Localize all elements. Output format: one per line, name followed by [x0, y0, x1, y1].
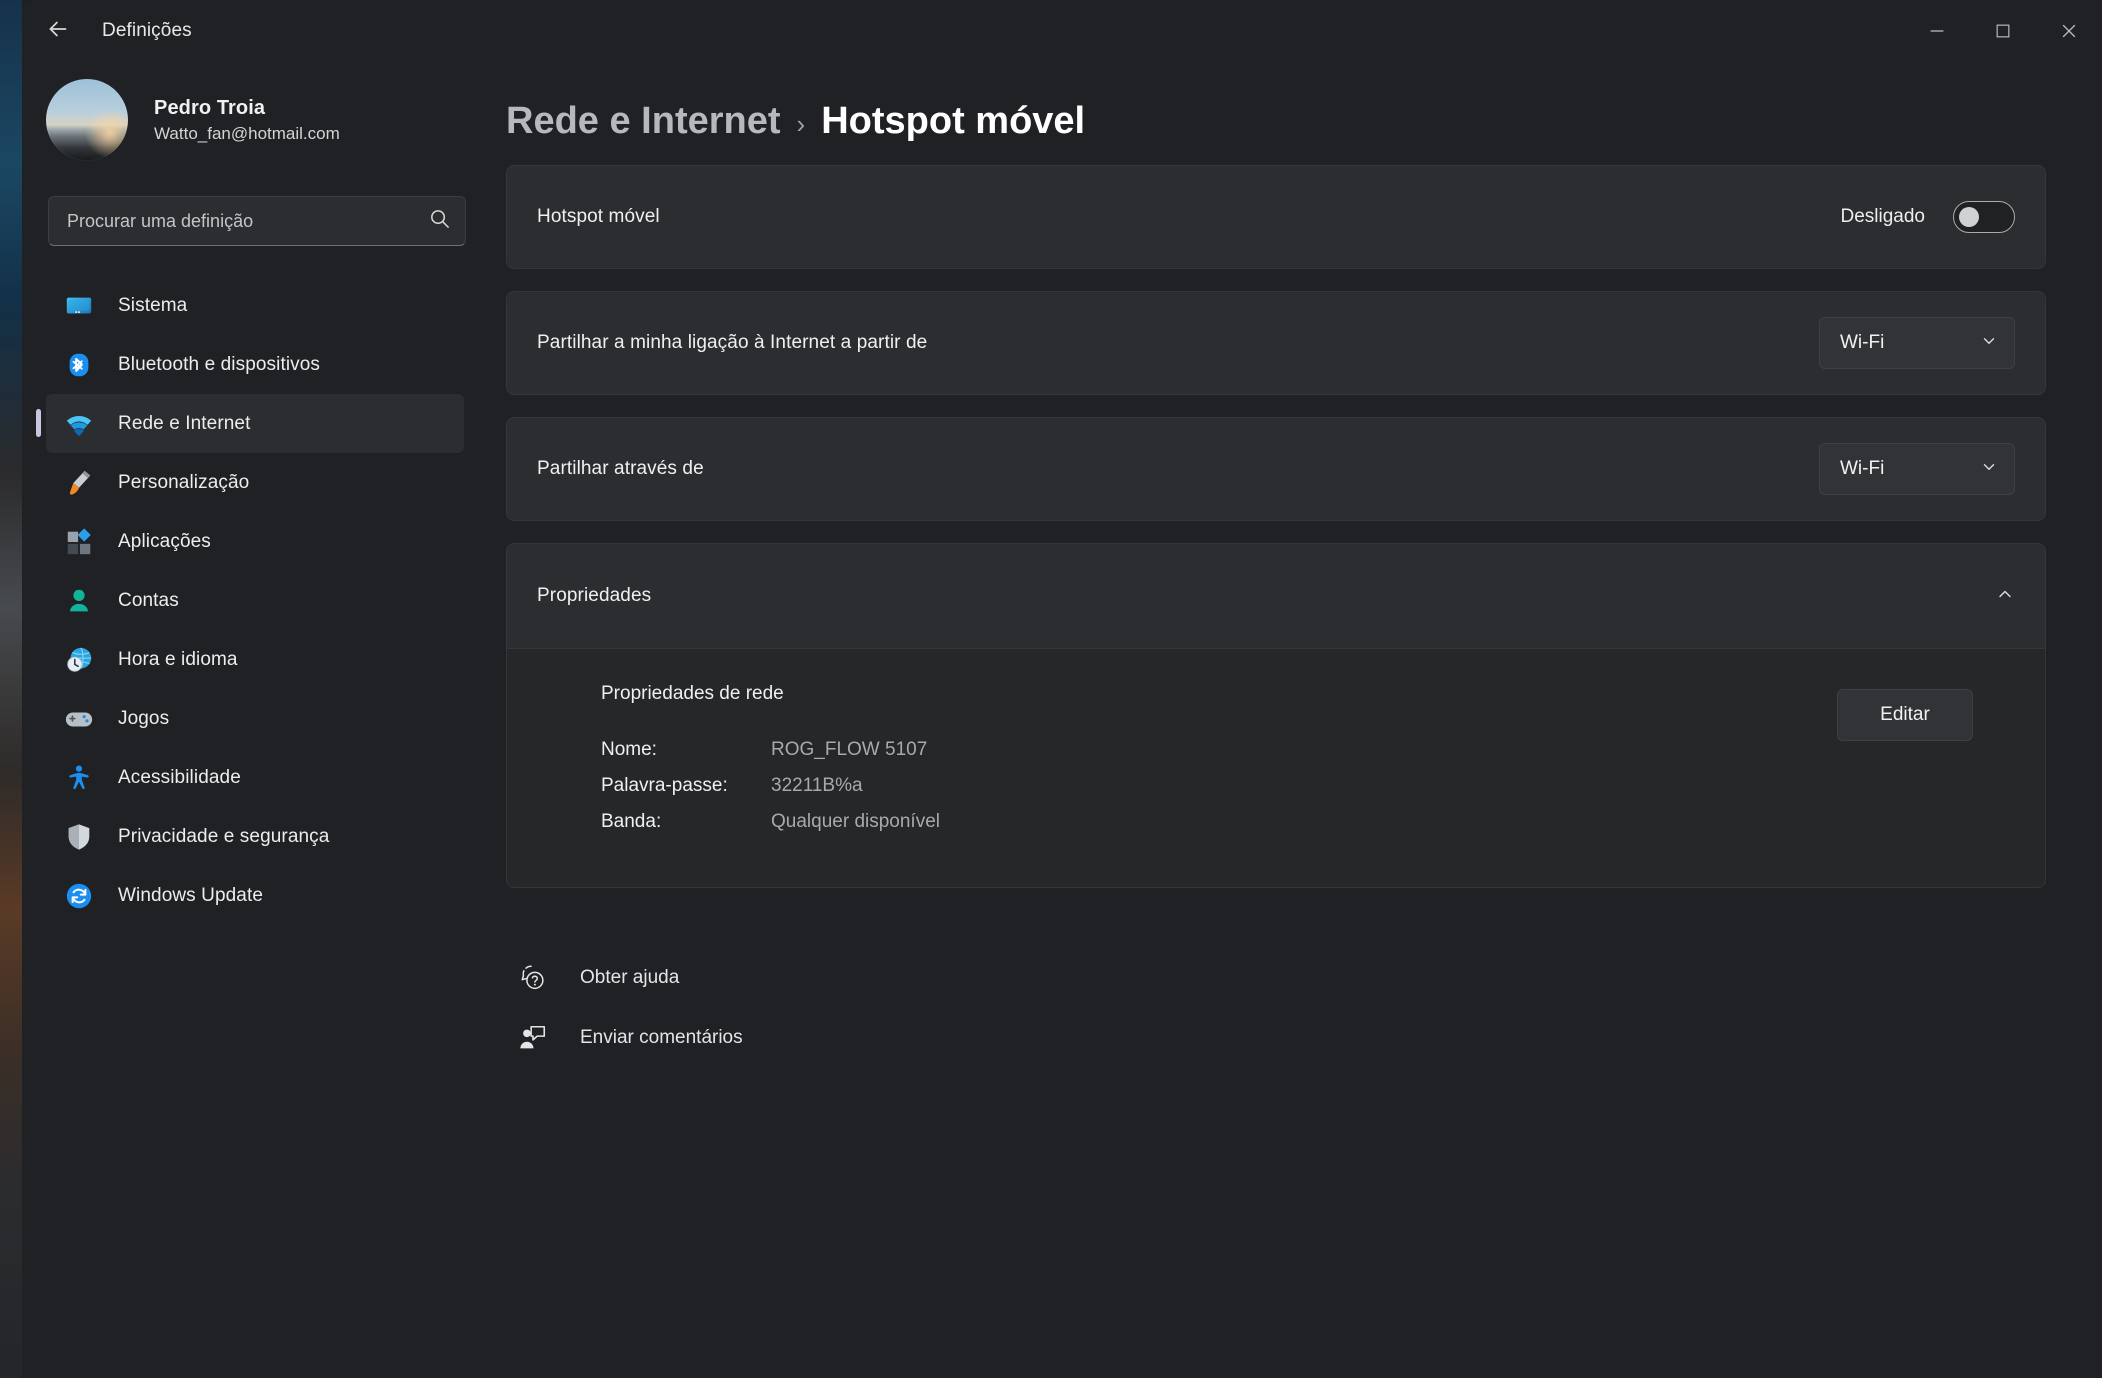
- chevron-down-icon: [1980, 332, 1998, 355]
- paintbrush-icon: [62, 466, 96, 500]
- sidebar-item-label: Sistema: [118, 294, 188, 316]
- profile-email: Watto_fan@hotmail.com: [154, 123, 340, 143]
- feedback-person-icon: [512, 1021, 554, 1055]
- help-bubble-icon: [512, 961, 554, 995]
- share-from-label: Partilhar a minha ligação à Internet a p…: [537, 332, 928, 353]
- title-bar: Definições: [22, 0, 2102, 62]
- page-title: Hotspot móvel: [821, 100, 1086, 142]
- hotspot-label: Hotspot móvel: [537, 206, 660, 227]
- properties-header-label: Propriedades: [537, 585, 652, 606]
- wifi-icon: [62, 407, 96, 441]
- minimize-button[interactable]: [1904, 0, 1970, 62]
- property-value: ROG_FLOW 5107: [771, 739, 928, 760]
- hotspot-state-label: Desligado: [1840, 206, 1926, 227]
- breadcrumb-parent[interactable]: Rede e Internet: [506, 100, 781, 143]
- property-row-name: Nome: ROG_FLOW 5107: [601, 739, 940, 761]
- get-help-label: Obter ajuda: [580, 967, 680, 988]
- properties-expander-body: Propriedades de rede Nome: ROG_FLOW 5107…: [507, 648, 2045, 887]
- property-value: 32211B%a: [771, 775, 863, 796]
- properties-expander: Propriedades Propriedades de rede Nome: …: [506, 543, 2046, 888]
- sidebar-item-rede-e-internet[interactable]: Rede e Internet: [36, 394, 464, 453]
- hotspot-toggle-card: Hotspot móvel Desligado: [506, 165, 2046, 269]
- chevron-down-icon: [1980, 458, 1998, 481]
- maximize-button[interactable]: [1970, 0, 2036, 62]
- sidebar-item-label: Jogos: [118, 707, 170, 729]
- share-from-value: Wi-Fi: [1840, 332, 1885, 353]
- breadcrumb-separator-icon: ›: [796, 109, 806, 139]
- edit-button[interactable]: Editar: [1837, 689, 1973, 741]
- sidebar-item-bluetooth[interactable]: Bluetooth e dispositivos: [46, 335, 464, 394]
- user-avatar: [46, 79, 128, 161]
- sidebar-item-contas[interactable]: Contas: [46, 571, 464, 630]
- main-content: Rede e Internet › Hotspot móvel Hotspot …: [474, 62, 2102, 1378]
- send-feedback-label: Enviar comentários: [580, 1027, 743, 1048]
- sidebar-item-label: Bluetooth e dispositivos: [118, 353, 321, 375]
- properties-expander-header[interactable]: Propriedades: [507, 544, 2045, 648]
- network-properties-title: Propriedades de rede: [601, 683, 784, 704]
- sidebar-item-windows-update[interactable]: Windows Update: [46, 866, 464, 925]
- share-over-label: Partilhar através de: [537, 458, 704, 479]
- sidebar-item-label: Windows Update: [118, 884, 264, 906]
- get-help-link[interactable]: Obter ajuda: [506, 948, 679, 1008]
- breadcrumb: Rede e Internet › Hotspot móvel: [506, 100, 2046, 143]
- chevron-up-icon: [1995, 584, 2015, 609]
- send-feedback-link[interactable]: Enviar comentários: [506, 1008, 743, 1068]
- search-input[interactable]: [67, 210, 428, 232]
- hotspot-toggle-switch[interactable]: [1953, 201, 2015, 233]
- sidebar-nav: Sistema Bluetooth e dispositivos Rede e …: [22, 276, 474, 925]
- search-icon: [428, 207, 451, 235]
- toggle-knob: [1959, 207, 1979, 227]
- apps-icon: [62, 525, 96, 559]
- monitor-icon: [62, 289, 96, 323]
- share-from-dropdown[interactable]: Wi-Fi: [1819, 317, 2015, 369]
- refresh-icon: [62, 879, 96, 913]
- sidebar-item-label: Aplicações: [118, 530, 211, 552]
- sidebar-item-jogos[interactable]: Jogos: [46, 689, 464, 748]
- back-button[interactable]: [30, 7, 86, 55]
- sidebar-item-label: Acessibilidade: [118, 766, 241, 788]
- sidebar-item-label: Hora e idioma: [118, 648, 238, 670]
- clock-globe-icon: [62, 643, 96, 677]
- sidebar-item-hora-e-idioma[interactable]: Hora e idioma: [46, 630, 464, 689]
- back-arrow-icon: [45, 16, 71, 47]
- hotspot-toggle-group: Desligado: [1840, 201, 2015, 233]
- shield-icon: [62, 820, 96, 854]
- close-button[interactable]: [2036, 0, 2102, 62]
- sidebar-item-label: Rede e Internet: [118, 412, 251, 434]
- bluetooth-icon: [62, 348, 96, 382]
- settings-window: Definições Pedro Troia Watto_fan@hotmail…: [22, 0, 2102, 1378]
- app-title: Definições: [102, 20, 192, 41]
- search-box[interactable]: [48, 196, 466, 246]
- sidebar-item-personalizacao[interactable]: Personalização: [46, 453, 464, 512]
- property-value: Qualquer disponível: [771, 811, 940, 832]
- footer-links: Obter ajuda Enviar comentários: [506, 948, 2046, 1068]
- sidebar-item-privacidade-e-seguranca[interactable]: Privacidade e segurança: [46, 807, 464, 866]
- share-over-dropdown[interactable]: Wi-Fi: [1819, 443, 2015, 495]
- property-row-band: Banda: Qualquer disponível: [601, 811, 940, 833]
- property-key: Nome:: [601, 739, 657, 760]
- gamepad-icon: [62, 702, 96, 736]
- share-from-card: Partilhar a minha ligação à Internet a p…: [506, 291, 2046, 395]
- share-over-value: Wi-Fi: [1840, 458, 1885, 479]
- accessibility-icon: [62, 761, 96, 795]
- share-over-card: Partilhar através de Wi-Fi: [506, 417, 2046, 521]
- sidebar: Pedro Troia Watto_fan@hotmail.com Procur…: [22, 62, 474, 1378]
- sidebar-item-label: Contas: [118, 589, 179, 611]
- sidebar-item-aplicacoes[interactable]: Aplicações: [46, 512, 464, 571]
- property-row-password: Palavra-passe: 32211B%a: [601, 775, 940, 797]
- window-controls: [1904, 0, 2102, 62]
- sidebar-item-label: Privacidade e segurança: [118, 825, 330, 847]
- profile-section[interactable]: Pedro Troia Watto_fan@hotmail.com: [46, 72, 474, 168]
- property-key: Palavra-passe:: [601, 775, 728, 796]
- sidebar-item-sistema[interactable]: Sistema: [46, 276, 464, 335]
- person-icon: [62, 584, 96, 618]
- profile-name: Pedro Troia: [154, 96, 266, 119]
- property-key: Banda:: [601, 811, 662, 832]
- network-properties-block: Propriedades de rede Nome: ROG_FLOW 5107…: [601, 683, 940, 847]
- desktop-background-sliver: [0, 0, 22, 1378]
- sidebar-item-label: Personalização: [118, 471, 250, 493]
- sidebar-item-acessibilidade[interactable]: Acessibilidade: [46, 748, 464, 807]
